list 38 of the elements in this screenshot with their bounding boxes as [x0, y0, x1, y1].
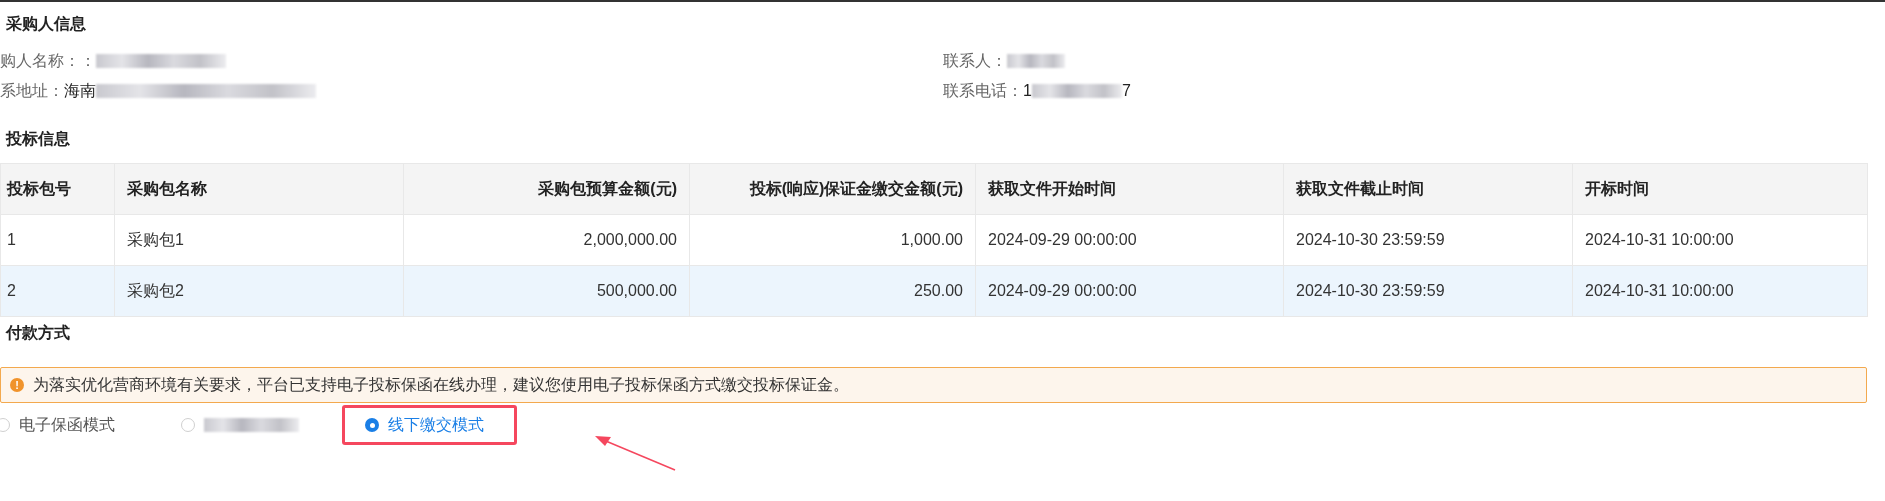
- field-value: 7: [1121, 81, 1131, 101]
- radio-option[interactable]: 电子保函模式: [0, 405, 118, 445]
- table-cell: 2024-10-31 10:00:00: [1572, 265, 1868, 317]
- table-cell: 1,000.00: [689, 214, 976, 266]
- table-cell: 采购包1: [114, 214, 404, 266]
- section-title: 投标信息: [4, 129, 71, 149]
- column-header: 投标(响应)保证金缴交金额(元): [689, 163, 976, 215]
- table-cell: 2024-09-29 00:00:00: [975, 214, 1284, 266]
- table-cell: 2024-09-29 00:00:00: [975, 265, 1284, 317]
- column-header: 开标时间: [1572, 163, 1868, 215]
- table-cell: 2024-10-30 23:59:59: [1283, 214, 1573, 266]
- field-label: 联系人：: [943, 51, 1007, 71]
- section-title: 付款方式: [4, 323, 71, 343]
- warning-icon: !: [10, 378, 24, 392]
- column-header: 投标包号: [0, 163, 115, 215]
- column-header: 获取文件开始时间: [975, 163, 1284, 215]
- table-cell: 2: [0, 265, 115, 317]
- column-header: 获取文件截止时间: [1283, 163, 1573, 215]
- radio-option[interactable]: 线下缴交模式: [342, 405, 517, 445]
- field-label: 系地址：: [0, 81, 64, 101]
- table-cell: 采购包2: [114, 265, 404, 317]
- table-cell: 2,000,000.00: [403, 214, 690, 266]
- field-value: 海南: [64, 81, 96, 101]
- column-header: 采购包名称: [114, 163, 404, 215]
- notice-text: 为落实优化营商环境有关要求，平台已支持电子投标保函在线办理，建议您使用电子投标保函方式缴交投标保证金。: [33, 375, 849, 395]
- radio-button[interactable]: [181, 418, 195, 432]
- table-cell: 500,000.00: [403, 265, 690, 317]
- section-title: 采购人信息: [5, 14, 87, 34]
- radio-button[interactable]: [0, 418, 10, 432]
- table-cell: 1: [0, 214, 115, 266]
- field-value: 1: [1023, 81, 1032, 101]
- table-cell: 250.00: [689, 265, 976, 317]
- radio-button[interactable]: [365, 418, 379, 432]
- table-cell: 2024-10-31 10:00:00: [1572, 214, 1868, 266]
- field-label: 购人名称：：: [0, 51, 96, 71]
- column-header: 采购包预算金额(元): [403, 163, 690, 215]
- table-cell: 2024-10-30 23:59:59: [1283, 265, 1573, 317]
- field-label: 联系电话：: [943, 81, 1023, 101]
